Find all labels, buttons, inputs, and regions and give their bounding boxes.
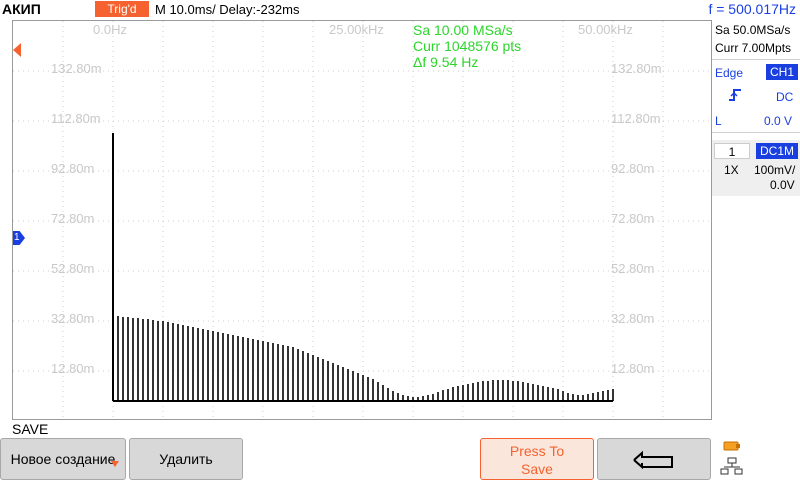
y-axis-label-left: 12.80m (51, 361, 95, 376)
fft-resolution: Δf 9.54 Hz (413, 54, 479, 70)
y-axis-label-right: 112.80m (611, 111, 661, 126)
softkey-label: Новое создание (10, 451, 116, 467)
y-axis-label-left: 132.80m (51, 61, 102, 76)
y-axis-label-right: 72.80m (611, 211, 655, 226)
fft-end-freq: 50.00kHz (578, 22, 633, 37)
acq-sample-rate: Sa 50.0MSa/s (715, 23, 791, 37)
fft-points: Curr 1048576 pts (413, 38, 522, 54)
y-axis-label-right: 12.80m (611, 361, 655, 376)
channel-number-badge: 1 (714, 143, 750, 159)
brand-logo: АКИП (2, 1, 41, 17)
probe-ratio: 1X (724, 163, 739, 177)
press-to-save-softkey[interactable]: Press To Save (480, 438, 594, 480)
waveform-display[interactable]: 0.0Hz 25.00kHz 50.00kHz Sa 10.00 MSa/s C… (12, 20, 712, 420)
y-axis-label-left: 32.80m (51, 311, 95, 326)
timebase-readout: M 10.0ms/ Delay:-232ms (155, 2, 300, 17)
network-usb-status-icon (720, 441, 743, 475)
vertical-scale: 100mV/ (754, 163, 796, 177)
y-axis-label-left: 72.80m (51, 211, 95, 226)
trigger-coupling: DC (776, 90, 794, 104)
channel-coupling-badge: DC1M (756, 143, 798, 159)
softkey-label: Удалить (159, 451, 213, 467)
trigger-info[interactable]: Edge CH1 DC L 0.0 V (712, 61, 800, 133)
new-file-softkey[interactable]: Новое создание (0, 438, 126, 480)
trigger-mode: Edge (715, 66, 744, 80)
return-softkey[interactable] (597, 438, 711, 480)
submenu-arrow-icon (111, 461, 119, 467)
y-axis-label-right: 92.80m (611, 161, 655, 176)
acquisition-info[interactable]: Sa 50.0MSa/s Curr 7.00Mpts (712, 20, 800, 60)
trigger-status-badge: Trig'd (95, 1, 149, 17)
y-axis-label-left: 52.80m (51, 261, 95, 276)
y-axis-label-left: 112.80m (51, 111, 101, 126)
delete-softkey[interactable]: Удалить (129, 438, 243, 480)
right-info-panel: Sa 50.0MSa/s Curr 7.00Mpts Edge CH1 DC L… (712, 20, 800, 420)
fft-spectrum (112, 133, 614, 402)
softkey-label: Press To Save (509, 443, 565, 477)
trigger-source-badge: CH1 (766, 64, 798, 80)
y-axis-label-right: 52.80m (611, 261, 655, 276)
fft-center-freq: 25.00kHz (329, 22, 384, 37)
fft-start-freq: 0.0Hz (93, 22, 127, 37)
y-axis-label-right: 132.80m (611, 61, 662, 76)
channel1-info[interactable]: 1 DC1M 1X 100mV/ 0.0V (712, 140, 800, 196)
channel-marker-number: 1 (14, 232, 20, 243)
acq-memory-depth: Curr 7.00Mpts (715, 41, 792, 55)
rising-edge-icon (729, 89, 741, 101)
trigger-slope-label: L (715, 114, 722, 128)
vertical-offset: 0.0V (770, 178, 795, 192)
trigger-position-marker[interactable] (13, 43, 21, 57)
y-axis-label-left: 92.80m (51, 161, 95, 176)
trigger-level-value: 0.0 V (764, 114, 793, 128)
fft-sample-rate: Sa 10.00 MSa/s (413, 22, 513, 38)
top-status-bar: АКИП Trig'd M 10.0ms/ Delay:-232ms f = 5… (0, 0, 800, 20)
frequency-readout: f = 500.017Hz (708, 1, 796, 17)
y-axis-label-right: 32.80m (611, 311, 655, 326)
return-arrow-icon (633, 450, 673, 470)
menu-title: SAVE (12, 421, 49, 437)
